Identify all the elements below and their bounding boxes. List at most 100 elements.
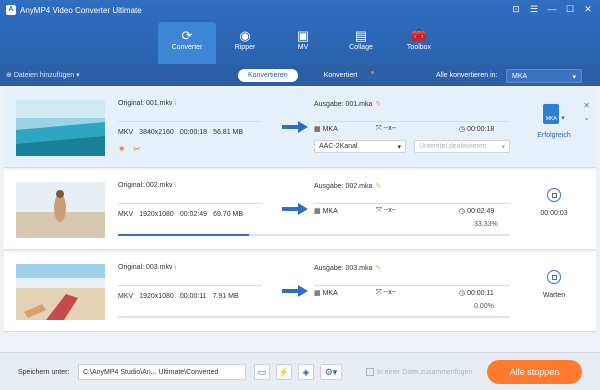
info-icon[interactable]: i (174, 100, 176, 107)
gpu-accel-icon[interactable]: ◈ (298, 364, 314, 380)
folder-open-icon[interactable]: ▭ (254, 364, 270, 380)
add-files-button[interactable]: ⊕ Dateien hinzufügen ▾ (6, 71, 80, 79)
audio-track-value: AAC-2Kanal (319, 143, 358, 150)
divider (118, 203, 262, 204)
info-icon[interactable]: i (174, 264, 176, 271)
tab-label: Converter (171, 44, 203, 51)
film-icon: ▦ (314, 290, 323, 297)
chevron-down-icon[interactable]: ⌄ (583, 112, 590, 124)
tab-converter[interactable]: ⟳ Converter (158, 22, 216, 64)
maximize-button[interactable]: ☐ (564, 4, 576, 15)
source-resolution: 1920x1080 (139, 293, 174, 300)
source-format: MKV (118, 211, 134, 218)
output-label: Ausgabe: 002.mka (314, 183, 373, 190)
progress-bar (118, 234, 510, 236)
output-folder-field[interactable]: C:\AnyMP4 Studio\An... Ultimate\Converte… (78, 364, 246, 380)
output-duration: ◷ 00:02:49 (459, 207, 494, 215)
bottom-bar: Speichern unter: C:\AnyMP4 Studio\An... … (0, 352, 600, 390)
convert-all-label: Alle konvertieren in: (436, 72, 498, 79)
tab-mv[interactable]: ▣ MV (274, 22, 332, 62)
minimize-button[interactable]: — (546, 4, 558, 15)
rename-pencil-icon[interactable]: ✎ (375, 101, 381, 108)
row-actions: ✕ ⌄ (583, 100, 590, 124)
output-resolution: ⤧ --x-- (376, 207, 396, 215)
clock-icon: ◷ (459, 290, 468, 297)
tab-collage[interactable]: ▤ Collage (332, 22, 390, 62)
progress-percent: 33.33% (474, 221, 498, 228)
feedback-icon[interactable]: ⊡ (510, 4, 522, 15)
hardware-accel-off-icon[interactable]: ⚡ (276, 364, 292, 380)
source-duration: 00:00:18 (179, 129, 208, 136)
window-controls: ⊡ ☰ — ☐ ✕ (510, 4, 594, 15)
toolbar: ⊕ Dateien hinzufügen ▾ Konvertieren Konv… (0, 66, 600, 86)
rename-pencil-icon[interactable]: ✎ (375, 265, 381, 272)
file-row[interactable]: Original: 002.mkv i MKV 1920x1080 00:02:49… (4, 170, 596, 250)
source-info: MKV 1920x1080 00:02:49 69.70 MB (118, 211, 249, 218)
converted-label: Konvertiert (323, 72, 358, 79)
clock-icon: ◷ (459, 208, 468, 215)
divider (118, 285, 262, 286)
output-resolution-label: --x-- (383, 207, 397, 214)
main-tabs: ⟳ Converter ◉ Ripper ▣ MV ▤ Collage 🧰 Toolbox (158, 22, 448, 64)
original-filename: Original: 002.mkv i (118, 182, 176, 189)
progress-percent: 0.00% (474, 303, 494, 310)
source-format: MKV (118, 129, 134, 136)
tab-label: MV (297, 44, 309, 51)
original-label: Original: 001.mkv (118, 100, 173, 107)
divider (314, 285, 510, 286)
remaining-time: 00:00:03 (540, 210, 568, 217)
tab-label: Toolbox (406, 44, 432, 51)
chevron-down-icon[interactable]: ▾ (559, 115, 565, 122)
output-filename: Ausgabe: 002.mka ✎ (314, 182, 381, 190)
app-logo-icon: A (6, 5, 16, 15)
file-row[interactable]: Original: 001.mkv i MKV 3840x2160 00:00:18… (4, 88, 596, 168)
cut-icon[interactable]: ✂ (133, 144, 141, 154)
output-label: Ausgabe: 003.mka (314, 265, 373, 272)
stop-button[interactable] (547, 270, 561, 284)
converted-tab[interactable]: Konvertiert (304, 69, 378, 82)
enhance-icon[interactable]: ✷ (118, 144, 126, 154)
menu-icon[interactable]: ☰ (528, 4, 540, 15)
clock-icon: ◷ (459, 126, 468, 133)
video-thumbnail (16, 182, 105, 238)
progress-fill (118, 234, 249, 236)
source-size: 7.91 MB (212, 293, 239, 300)
resize-icon: ⤧ (376, 289, 384, 296)
mv-image-icon: ▣ (296, 28, 310, 43)
output-format-icon[interactable]: MKA (543, 104, 560, 124)
subtitle-select[interactable]: Untertitel deaktivieren ▾ (414, 140, 510, 153)
close-icon[interactable]: ✕ (583, 100, 590, 112)
original-label: Original: 003.mkv (118, 264, 173, 271)
edit-tools: ✷ ✂ (118, 144, 141, 155)
output-duration-label: 00:02:49 (467, 208, 495, 215)
stop-all-button[interactable]: Alle stoppen (487, 360, 582, 384)
output-resolution-label: --x-- (383, 289, 397, 296)
converting-tab[interactable]: Konvertieren (238, 69, 298, 82)
file-row[interactable]: Original: 003.mkv i MKV 1920x1080 00:00:11… (4, 252, 596, 332)
convert-all-format-select[interactable]: MKA ▾ (506, 69, 582, 83)
checkbox-icon (366, 368, 374, 376)
tab-toolbox[interactable]: 🧰 Toolbox (390, 22, 448, 62)
save-to-label: Speichern unter: (18, 369, 70, 376)
output-format-label: MKA (322, 126, 338, 133)
video-thumbnail (16, 264, 105, 320)
rename-pencil-icon[interactable]: ✎ (375, 183, 381, 190)
video-thumbnail (16, 100, 105, 156)
divider (314, 121, 510, 122)
audio-track-select[interactable]: AAC-2Kanal ▾ (314, 140, 406, 153)
source-resolution: 1920x1080 (139, 211, 174, 218)
chevron-down-icon: ▾ (572, 74, 576, 81)
converter-icon: ⟳ (181, 28, 193, 43)
stop-button[interactable] (547, 188, 561, 202)
settings-gear-icon[interactable]: ⚙▾ (320, 364, 342, 380)
merge-label: In einer Datei zusammenfügen (377, 368, 473, 376)
notification-dot (370, 71, 374, 74)
stop-icon (552, 275, 557, 280)
tab-ripper[interactable]: ◉ Ripper (216, 22, 274, 62)
close-button[interactable]: ✕ (582, 4, 594, 15)
output-format-label: MKA (322, 290, 338, 297)
info-icon[interactable]: i (174, 182, 176, 189)
output-duration-label: 00:00:18 (467, 126, 495, 133)
output-folder-path: C:\AnyMP4 Studio\An... Ultimate\Converte… (83, 369, 219, 376)
merge-checkbox[interactable]: In einer Datei zusammenfügen (366, 368, 472, 376)
